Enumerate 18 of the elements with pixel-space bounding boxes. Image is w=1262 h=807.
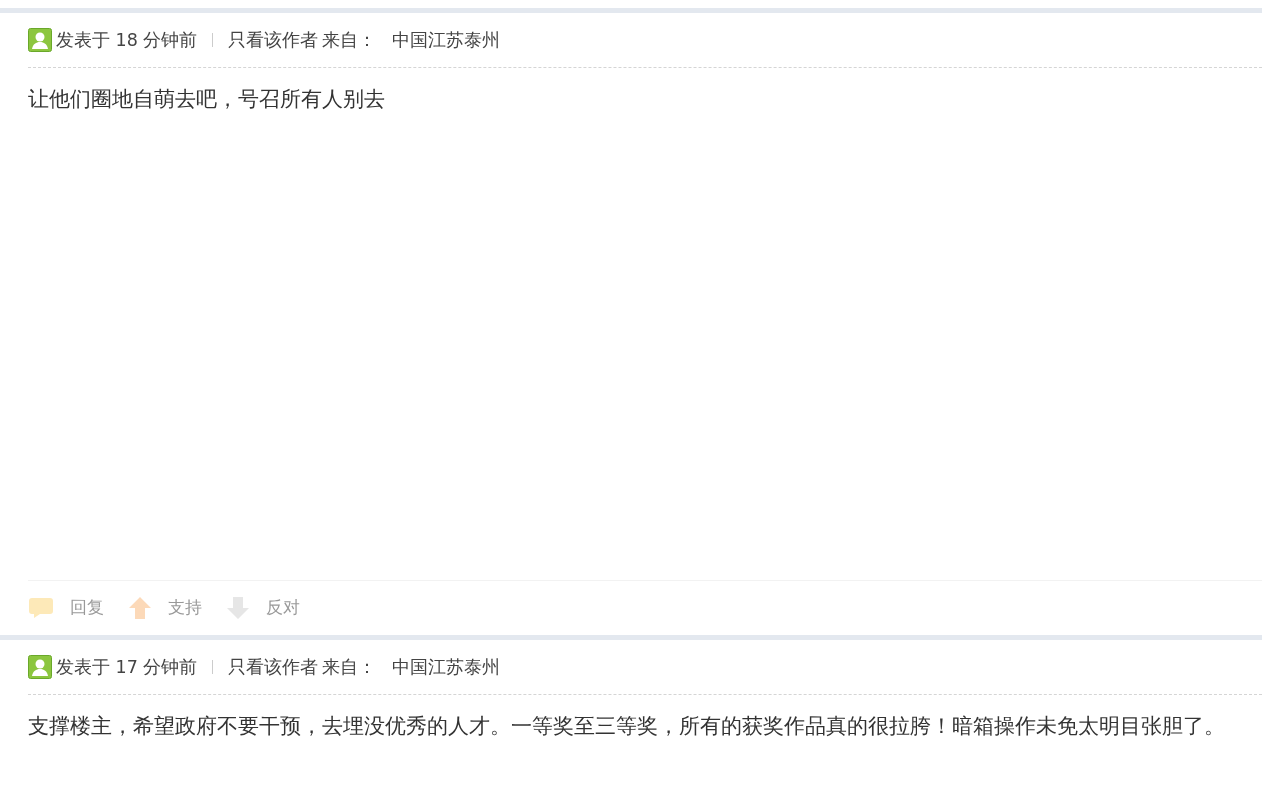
up-arrow-icon: [128, 596, 152, 620]
location-text: 中国江苏泰州: [392, 655, 501, 679]
location-text: 中国江苏泰州: [392, 28, 501, 52]
post-time: 发表于 17 分钟前: [56, 655, 198, 679]
speech-bubble-icon: [28, 597, 54, 619]
user-avatar-icon: [28, 28, 52, 52]
post-body: 支撑楼主，希望政府不要干预，去埋没优秀的人才。一等奖至三等奖，所有的获奖作品真的很拉胯！暗箱操作未免太明目张胆了。: [28, 713, 1226, 740]
user-avatar-icon: [28, 655, 52, 679]
oppose-link[interactable]: 反对: [266, 595, 300, 621]
down-arrow-icon: [226, 596, 250, 620]
support-link[interactable]: 支持: [168, 595, 202, 621]
author-only-link[interactable]: 只看该作者: [228, 653, 319, 681]
author-only-link[interactable]: 只看该作者: [228, 26, 319, 54]
post-time: 发表于 18 分钟前: [56, 28, 198, 52]
post-body: 让他们圈地自萌去吧，号召所有人别去: [28, 86, 386, 113]
location-label: 来自：: [322, 655, 377, 679]
reply-link[interactable]: 回复: [70, 595, 104, 621]
location-label: 来自：: [322, 28, 377, 52]
